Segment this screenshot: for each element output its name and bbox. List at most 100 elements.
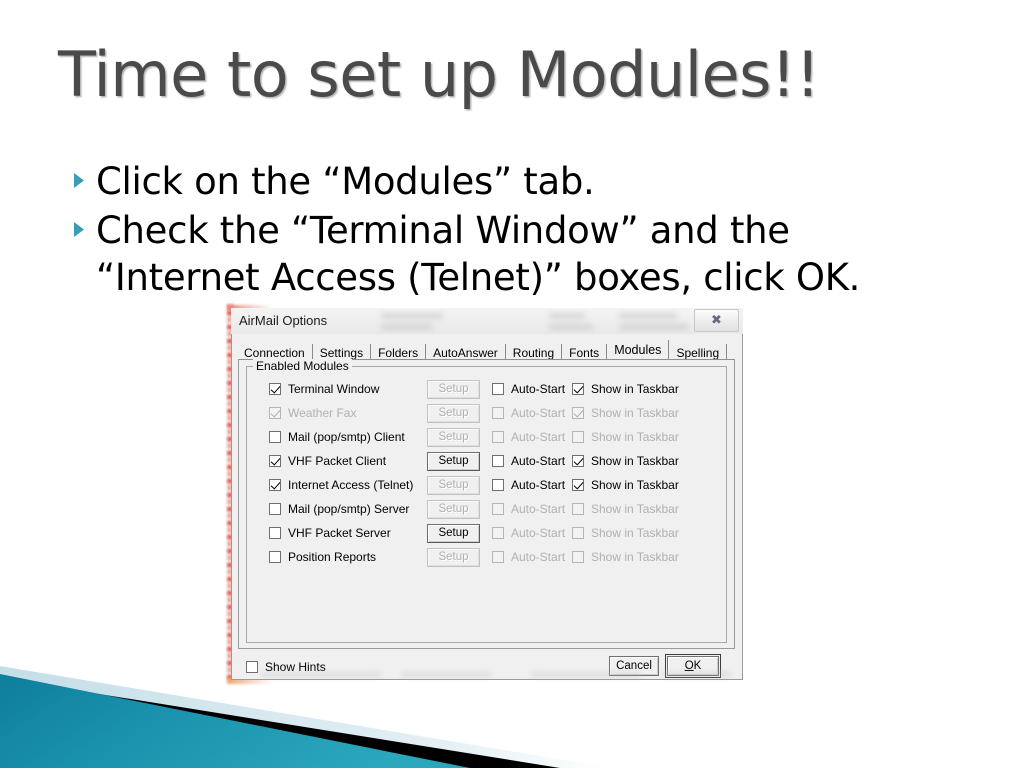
- module-enable-checkbox-internet-access-telnet[interactable]: Internet Access (Telnet): [269, 478, 413, 492]
- checkbox-glyph: [492, 455, 504, 467]
- page-title: Time to set up Modules!!: [58, 38, 820, 111]
- auto-start-checkbox-vhf-packet-client[interactable]: Auto-Start: [492, 454, 565, 468]
- auto-start-label: Auto-Start: [511, 478, 566, 492]
- module-enable-checkbox-weather-fax[interactable]: Weather Fax: [269, 406, 356, 420]
- table-row[interactable]: Position Reports Setup Auto-Start Show i…: [247, 545, 726, 569]
- auto-start-checkbox-vhf-packet-server: Auto-Start: [492, 526, 565, 540]
- setup-button-mail-server: Setup: [427, 499, 480, 519]
- module-enable-checkbox-vhf-packet-server[interactable]: VHF Packet Server: [269, 526, 391, 540]
- list-item-text: Click on the “Modules” tab.: [96, 158, 1002, 205]
- show-in-taskbar-checkbox-mail-server: Show in Taskbar: [572, 502, 679, 516]
- auto-start-label: Auto-Start: [511, 382, 566, 396]
- show-in-taskbar-label: Show in Taskbar: [591, 406, 679, 420]
- checkbox-glyph: [269, 407, 281, 419]
- dialog-titlebar: AirMail Options ✖: [231, 308, 743, 334]
- show-in-taskbar-label: Show in Taskbar: [591, 430, 679, 444]
- auto-start-label: Auto-Start: [511, 550, 566, 564]
- checkbox-glyph: [269, 527, 281, 539]
- close-icon[interactable]: ✖: [694, 309, 739, 332]
- checkbox-glyph: [572, 503, 584, 515]
- module-name: Mail (pop/smtp) Server: [288, 502, 410, 516]
- show-in-taskbar-checkbox-vhf-packet-client[interactable]: Show in Taskbar: [572, 454, 679, 468]
- setup-button-label: Setup: [427, 403, 480, 423]
- checkbox-glyph: [492, 383, 504, 395]
- background-blur-smudge: [261, 672, 381, 677]
- bullet-list: Click on the “Modules” tab. Check the “T…: [62, 158, 1002, 303]
- modules-tab-page: Enabled Modules Terminal Window Setup Au: [238, 359, 735, 649]
- background-blur-smudge: [401, 672, 491, 677]
- module-enable-checkbox-mail-client[interactable]: Mail (pop/smtp) Client: [269, 430, 405, 444]
- show-in-taskbar-label: Show in Taskbar: [591, 550, 679, 564]
- show-in-taskbar-checkbox-position-reports: Show in Taskbar: [572, 550, 679, 564]
- table-row[interactable]: Mail (pop/smtp) Server Setup Auto-Start …: [247, 497, 726, 521]
- setup-button-label: Setup: [427, 475, 480, 495]
- table-row[interactable]: Internet Access (Telnet) Setup Auto-Star…: [247, 473, 726, 497]
- setup-button-label: Setup: [427, 451, 480, 471]
- checkbox-glyph: [492, 431, 504, 443]
- module-name: VHF Packet Server: [288, 526, 391, 540]
- auto-start-label: Auto-Start: [511, 406, 566, 420]
- auto-start-checkbox-position-reports: Auto-Start: [492, 550, 565, 564]
- table-row[interactable]: Terminal Window Setup Auto-Start Show in…: [247, 377, 726, 401]
- setup-button-vhf-packet-client[interactable]: Setup: [427, 451, 480, 471]
- show-in-taskbar-checkbox-terminal-window[interactable]: Show in Taskbar: [572, 382, 679, 396]
- table-row[interactable]: Weather Fax Setup Auto-Start Show in Tas…: [247, 401, 726, 425]
- enabled-modules-groupbox: Enabled Modules Terminal Window Setup Au: [246, 359, 727, 643]
- setup-button-label: Setup: [427, 547, 480, 567]
- auto-start-checkbox-mail-client: Auto-Start: [492, 430, 565, 444]
- table-row[interactable]: VHF Packet Server Setup Auto-Start Show …: [247, 521, 726, 545]
- auto-start-label: Auto-Start: [511, 526, 566, 540]
- list-item-text: Check the “Terminal Window” and the “Int…: [96, 207, 1002, 301]
- checkbox-glyph: [492, 527, 504, 539]
- checkbox-glyph: [572, 551, 584, 563]
- list-item: Check the “Terminal Window” and the “Int…: [62, 207, 1002, 301]
- setup-button-mail-client: Setup: [427, 427, 480, 447]
- airmail-options-dialog[interactable]: AirMail Options ✖ Connection Settings Fo…: [227, 304, 743, 684]
- show-in-taskbar-label: Show in Taskbar: [591, 502, 679, 516]
- module-name: VHF Packet Client: [288, 454, 387, 468]
- setup-button-position-reports: Setup: [427, 547, 480, 567]
- module-name: Mail (pop/smtp) Client: [288, 430, 405, 444]
- module-name: Position Reports: [288, 550, 377, 564]
- module-enable-checkbox-terminal-window[interactable]: Terminal Window: [269, 382, 379, 396]
- module-name: Terminal Window: [288, 382, 380, 396]
- setup-button-internet-access-telnet: Setup: [427, 475, 480, 495]
- background-blur-smudge: [549, 324, 593, 330]
- checkbox-glyph: [269, 431, 281, 443]
- setup-button-weather-fax: Setup: [427, 403, 480, 423]
- ok-accel-letter: O: [684, 660, 694, 672]
- dialog-title: AirMail Options: [239, 313, 328, 328]
- dialog-client-area: Connection Settings Folders AutoAnswer R…: [231, 334, 743, 680]
- module-enable-checkbox-mail-server[interactable]: Mail (pop/smtp) Server: [269, 502, 409, 516]
- bullet-2-line-1: Check the “Terminal Window” and the: [96, 209, 790, 252]
- bullet-1-line-1: Click on the “Modules” tab.: [96, 160, 595, 203]
- show-in-taskbar-checkbox-vhf-packet-server: Show in Taskbar: [572, 526, 679, 540]
- checkbox-glyph: [492, 503, 504, 515]
- background-blur-smudge: [661, 672, 731, 677]
- bullet-arrow-icon: [62, 207, 96, 238]
- checkbox-glyph: [572, 479, 584, 491]
- show-in-taskbar-checkbox-internet-access-telnet[interactable]: Show in Taskbar: [572, 478, 679, 492]
- background-blur-smudge: [381, 324, 433, 330]
- background-blur-smudge: [619, 313, 677, 319]
- groupbox-label: Enabled Modules: [253, 359, 352, 373]
- setup-button-label: Setup: [427, 523, 480, 543]
- setup-button-terminal-window[interactable]: Setup: [427, 379, 480, 399]
- show-in-taskbar-label: Show in Taskbar: [591, 454, 679, 468]
- module-enable-checkbox-vhf-packet-client[interactable]: VHF Packet Client: [269, 454, 386, 468]
- checkbox-glyph: [492, 407, 504, 419]
- setup-button-label: Setup: [427, 379, 480, 399]
- auto-start-checkbox-terminal-window[interactable]: Auto-Start: [492, 382, 565, 396]
- list-item: Click on the “Modules” tab.: [62, 158, 1002, 205]
- auto-start-checkbox-internet-access-telnet[interactable]: Auto-Start: [492, 478, 565, 492]
- table-row[interactable]: Mail (pop/smtp) Client Setup Auto-Start …: [247, 425, 726, 449]
- background-blur-smudge: [531, 672, 641, 677]
- background-blur-smudge: [619, 324, 689, 330]
- checkbox-glyph: [572, 455, 584, 467]
- checkbox-glyph: [269, 383, 281, 395]
- checkbox-glyph: [269, 455, 281, 467]
- setup-button-label: Setup: [427, 427, 480, 447]
- module-enable-checkbox-position-reports[interactable]: Position Reports: [269, 550, 376, 564]
- table-row[interactable]: VHF Packet Client Setup Auto-Start Show …: [247, 449, 726, 473]
- setup-button-vhf-packet-server[interactable]: Setup: [427, 523, 480, 543]
